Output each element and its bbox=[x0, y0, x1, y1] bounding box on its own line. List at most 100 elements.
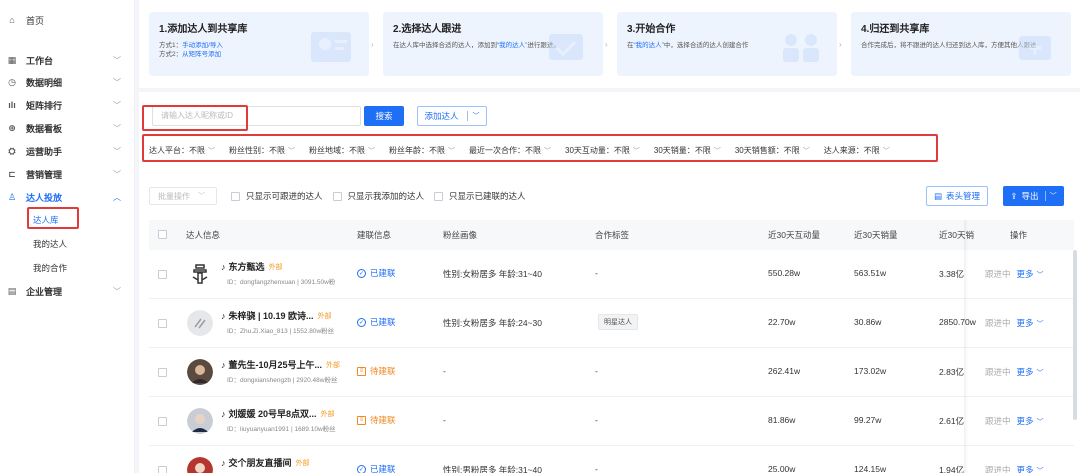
contact-status-text: 待建联 bbox=[370, 366, 396, 376]
douyin-icon: ♪ bbox=[221, 408, 226, 419]
column-header: 达人信息 bbox=[186, 230, 221, 240]
vertical-scrollbar[interactable] bbox=[1073, 250, 1077, 420]
checkbox[interactable] bbox=[231, 191, 240, 201]
manual-add-link[interactable]: 手动添加/导入 bbox=[182, 42, 223, 49]
step-card-3: 3.开始合作 在“我的达人”中，选择合适的达人创建合作 bbox=[617, 12, 837, 76]
chevron-right-icon: › bbox=[839, 40, 842, 49]
step-desc-text: 方式2： bbox=[159, 51, 183, 58]
sales-30d: 124.15w bbox=[854, 464, 887, 473]
chevron-down-icon[interactable]: ﹀ bbox=[466, 111, 480, 121]
filter-connected-checkbox[interactable]: 只显示已建联的达人 bbox=[434, 190, 526, 202]
batch-operation-select[interactable]: 批量操作 ﹀ bbox=[149, 187, 217, 205]
influencer-name-text: 朱梓骁 | 10.19 欧诗... bbox=[228, 311, 314, 321]
chevron-down-icon[interactable]: ﹀ bbox=[1037, 419, 1044, 426]
follow-status: 跟进中 bbox=[985, 416, 1011, 426]
external-badge: 外部 bbox=[317, 312, 332, 320]
sidebar-item-marketing[interactable]: ⊏ 营销管理 ﹀ bbox=[0, 164, 135, 184]
avatar bbox=[187, 310, 213, 336]
sidebar-item-influencer[interactable]: ♙ 达人投放 ︿ bbox=[0, 187, 135, 207]
sidebar-item-dashboard[interactable]: ⊕ 数据看板 ﹀ bbox=[0, 118, 135, 138]
external-badge: 外部 bbox=[268, 263, 283, 271]
highlight-box-sidebar bbox=[27, 207, 79, 229]
marketing-icon: ⊏ bbox=[8, 168, 16, 179]
more-button[interactable]: 更多 bbox=[1017, 318, 1034, 328]
more-button[interactable]: 更多 bbox=[1017, 367, 1034, 377]
my-influencers-link[interactable]: “我的达人” bbox=[634, 42, 664, 49]
search-button[interactable]: 搜索 bbox=[364, 106, 404, 126]
sidebar-item-home[interactable]: ⌂ 首页 bbox=[0, 10, 135, 30]
row-checkbox[interactable] bbox=[158, 368, 167, 377]
checkbox[interactable] bbox=[332, 191, 342, 201]
interaction-30d: 25.00w bbox=[768, 464, 796, 473]
row-actions: 跟进中 更多 ﹀ bbox=[985, 317, 1044, 329]
chevron-right-icon: › bbox=[605, 40, 608, 49]
row-checkbox[interactable] bbox=[158, 466, 167, 473]
influencer-name[interactable]: ♪ 朱梓骁 | 10.19 欧诗... 外部 bbox=[221, 309, 332, 322]
sidebar-item-workbench[interactable]: ▦ 工作台 ﹀ bbox=[0, 50, 135, 70]
avatar bbox=[187, 408, 213, 434]
row-actions: 跟进中 更多 ﹀ bbox=[985, 366, 1044, 378]
batch-label: 批量操作 bbox=[158, 191, 190, 201]
douyin-icon: ♪ bbox=[221, 261, 226, 272]
matrix-add-link[interactable]: 从矩阵号添加 bbox=[182, 51, 221, 58]
filter-followable-checkbox[interactable]: 只显示可跟进的达人 bbox=[231, 190, 323, 202]
more-button[interactable]: 更多 bbox=[1017, 416, 1034, 426]
revenue-30d: 2.83亿 bbox=[939, 367, 965, 377]
checkbox[interactable] bbox=[434, 191, 444, 201]
step-card-1: 1.添加达人到共享库 方式1：手动添加/导入 方式2：从矩阵号添加 bbox=[149, 12, 369, 76]
more-button[interactable]: 更多 bbox=[1017, 465, 1034, 473]
checkbox-label: 只显示已建联的达人 bbox=[449, 191, 526, 201]
row-actions: 跟进中 更多 ﹀ bbox=[985, 415, 1044, 427]
contact-status: ✓ 已建联 bbox=[357, 316, 396, 328]
influencer-id: ID：liuyuanyuan1991 | 1689.10w粉丝 bbox=[227, 426, 336, 433]
influencer-name-text: 刘媛媛 20号早8点双... bbox=[228, 409, 317, 419]
chevron-down-icon[interactable]: ﹀ bbox=[1037, 370, 1044, 377]
chevron-down-icon[interactable]: ﹀ bbox=[1037, 272, 1044, 279]
table-row: ♪ 刘媛媛 20号早8点双... 外部 ID：liuyuanyuan1991 | 1… bbox=[149, 397, 1074, 446]
chevron-down-icon[interactable]: ﹀ bbox=[1044, 191, 1057, 201]
sidebar-item-ops-assistant[interactable]: ⛭ 运营助手 ﹀ bbox=[0, 141, 135, 161]
add-influencer-label: 添加达人 bbox=[424, 111, 459, 121]
influencer-id: ID：dongfangzhenxuan | 3091.50w粉 bbox=[227, 279, 336, 286]
follow-status: 跟进中 bbox=[985, 269, 1011, 279]
row-checkbox[interactable] bbox=[158, 319, 167, 328]
influencer-name[interactable]: ♪ 刘媛媛 20号早8点双... 外部 bbox=[221, 407, 335, 420]
sidebar-item-enterprise[interactable]: ▤ 企业管理 ﹀ bbox=[0, 281, 135, 301]
chevron-down-icon: ﹀ bbox=[113, 169, 121, 179]
check-circle-icon: ✓ bbox=[357, 464, 366, 473]
row-checkbox[interactable] bbox=[158, 417, 167, 426]
influencer-name[interactable]: ♪ 董先生-10月25号上午... 外部 bbox=[221, 358, 340, 371]
select-all-checkbox[interactable] bbox=[158, 230, 167, 239]
assistant-icon: ⛭ bbox=[8, 145, 16, 156]
export-button[interactable]: ⇪ 导出 ﹀ bbox=[1003, 186, 1064, 206]
column-management-label: 表头管理 bbox=[946, 191, 981, 201]
revenue-30d: 2.61亿 bbox=[939, 416, 965, 426]
chevron-down-icon: ﹀ bbox=[198, 193, 205, 200]
influencer-name[interactable]: ♪ 东方甄选 外部 bbox=[221, 260, 283, 273]
chevron-down-icon[interactable]: ﹀ bbox=[1037, 321, 1044, 328]
more-button[interactable]: 更多 bbox=[1017, 269, 1034, 279]
contact-status-text: 已建联 bbox=[370, 317, 396, 327]
my-influencers-link[interactable]: “我的达人” bbox=[497, 42, 527, 49]
sidebar-subitem-my-influencers[interactable]: 我的达人 bbox=[33, 238, 67, 250]
return-illustration bbox=[1019, 36, 1051, 60]
revenue-30d: 3.38亿 bbox=[939, 269, 965, 279]
sidebar-item-data-detail[interactable]: ◷ 数据明细 ﹀ bbox=[0, 72, 135, 92]
table-toolbar: 批量操作 ﹀ 只显示可跟进的达人 只显示我添加的达人 只显示已建联的达人 bbox=[149, 187, 536, 205]
highlight-box-filters bbox=[142, 134, 938, 162]
interaction-30d: 81.86w bbox=[768, 415, 796, 425]
dashboard-icon: ⊕ bbox=[8, 122, 16, 133]
step-desc-text: 在达人库中选择合适的达人，添加到 bbox=[393, 42, 497, 49]
interaction-30d: 550.28w bbox=[768, 268, 801, 278]
row-checkbox[interactable] bbox=[158, 270, 167, 279]
sidebar-subitem-my-cooperation[interactable]: 我的合作 bbox=[33, 262, 67, 274]
row-actions: 跟进中 更多 ﹀ bbox=[985, 268, 1044, 280]
influencer-name[interactable]: ♪ 交个朋友直播间 外部 bbox=[221, 456, 310, 469]
filter-mine-checkbox[interactable]: 只显示我添加的达人 bbox=[332, 190, 424, 202]
douyin-icon: ♪ bbox=[221, 310, 226, 321]
add-influencer-button[interactable]: 添加达人 ﹀ bbox=[417, 106, 487, 126]
chevron-down-icon[interactable]: ﹀ bbox=[1037, 468, 1044, 473]
column-management-button[interactable]: ▤ 表头管理 bbox=[926, 186, 988, 206]
sidebar-item-ranking[interactable]: ılı 矩阵排行 ﹀ bbox=[0, 95, 135, 115]
column-header: 粉丝画像 bbox=[443, 230, 478, 240]
